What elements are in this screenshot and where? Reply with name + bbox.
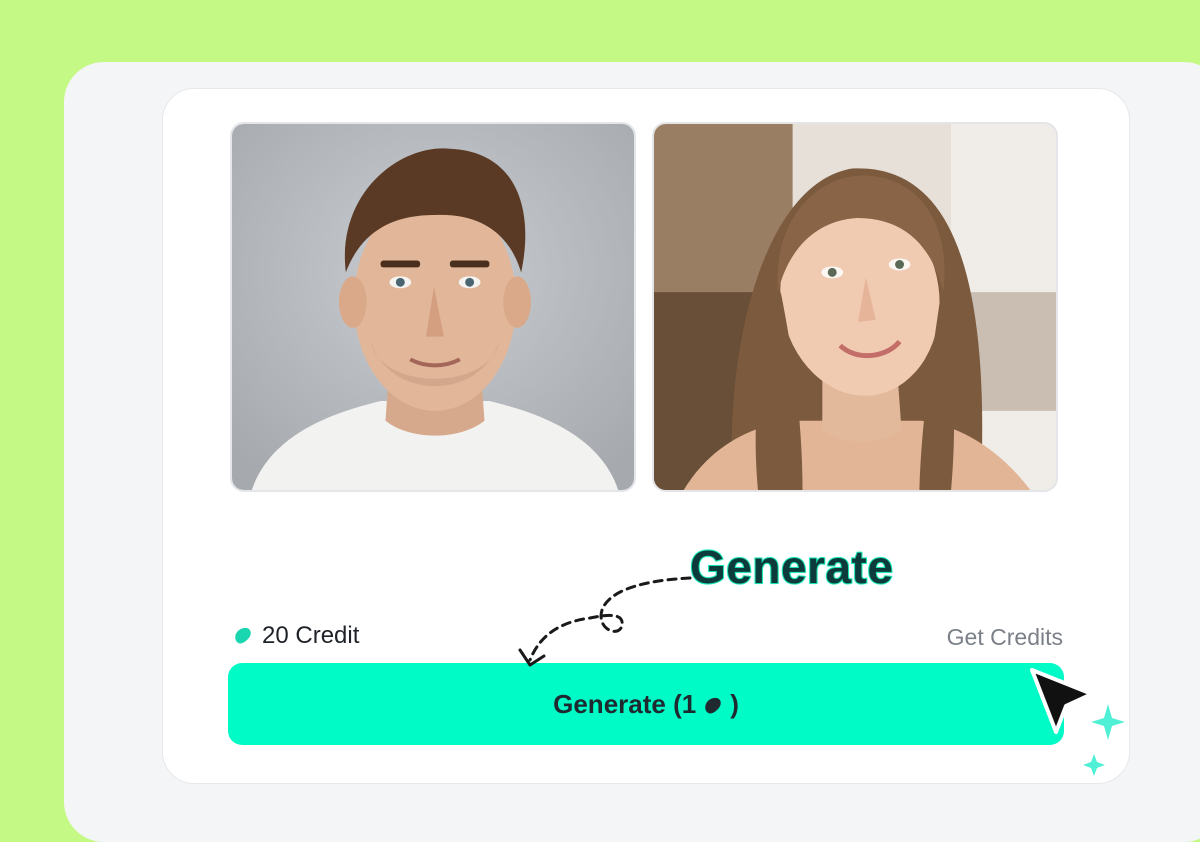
cursor-icon	[1030, 668, 1125, 776]
bean-icon	[232, 625, 254, 647]
annotation-label: Generate	[689, 540, 894, 594]
credit-balance: 20 Credit	[232, 622, 359, 650]
bean-icon	[702, 693, 724, 715]
man-portrait-image	[232, 124, 634, 490]
dashed-arrow-icon	[518, 576, 692, 667]
get-credits-link[interactable]: Get Credits	[947, 624, 1063, 651]
reference-photo-man[interactable]	[230, 122, 636, 492]
generate-button-label-end: )	[730, 688, 739, 719]
woman-portrait-image	[654, 124, 1056, 490]
credit-balance-label: 20 Credit	[262, 622, 360, 649]
generate-button-label: Generate (1	[553, 688, 697, 719]
sparkle-icon	[1083, 704, 1125, 776]
reference-photo-woman[interactable]	[652, 122, 1058, 492]
